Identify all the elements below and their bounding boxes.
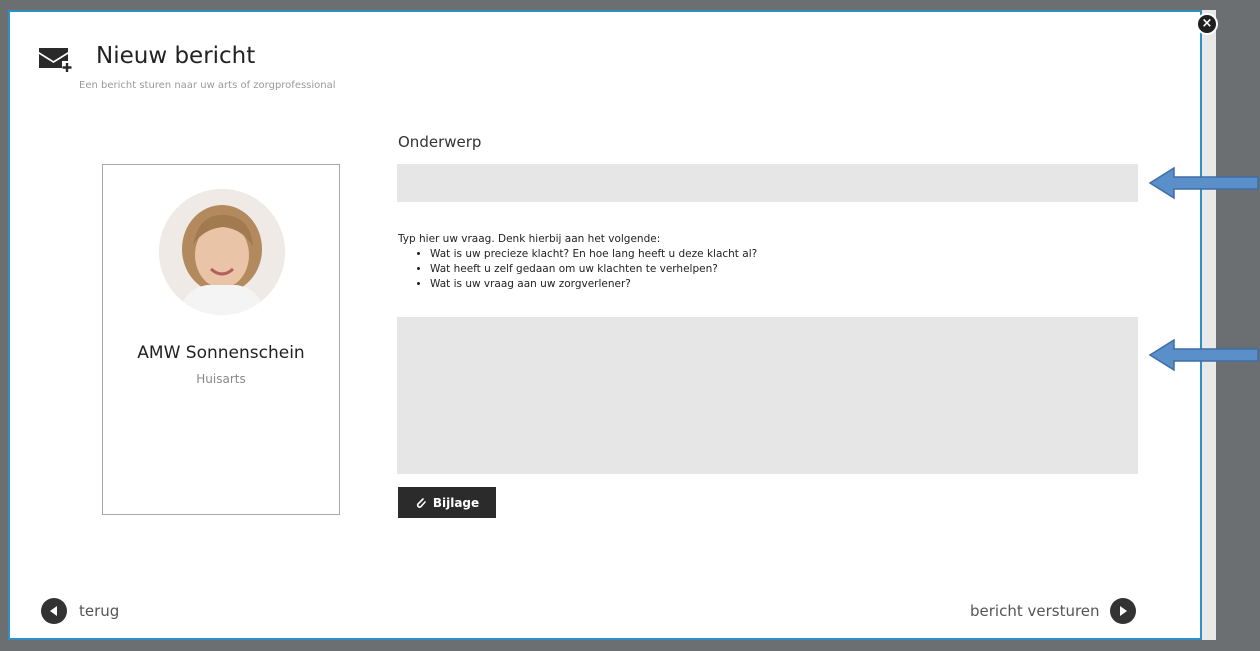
arrow-left-circle-icon[interactable] [41,598,67,624]
page-title: Nieuw bericht [96,43,256,69]
backdrop [1202,10,1216,640]
send-label[interactable]: bericht versturen [970,602,1100,620]
page-subtitle: Een bericht sturen naar uw arts of zorgp… [79,80,336,91]
mail-plus-icon [39,48,74,73]
doctor-card: AMW Sonnenschein Huisarts [102,164,340,515]
arrow-right-circle-icon[interactable] [1109,598,1136,624]
avatar [159,189,285,315]
back-link[interactable]: terug [41,597,119,625]
message-textarea[interactable] [397,317,1138,474]
list-item: Wat heeft u zelf gedaan om uw klachten t… [430,262,1158,277]
list-item: Wat is uw vraag aan uw zorgverlener? [430,277,1158,292]
instructions-list: Wat is uw precieze klacht? En hoe lang h… [398,247,1158,292]
backdrop [0,0,1260,10]
annotation-arrow-subject [1148,166,1259,200]
send-message-link[interactable]: bericht versturen [970,597,1136,625]
message-instructions: Typ hier uw vraag. Denk hierbij aan het … [398,232,1158,292]
attach-button[interactable]: Bijlage [398,487,496,518]
instructions-intro: Typ hier uw vraag. Denk hierbij aan het … [398,233,661,245]
attach-label: Bijlage [432,495,480,510]
close-icon[interactable]: × [1202,16,1213,31]
list-item: Wat is uw precieze klacht? En hoe lang h… [430,247,1158,262]
paperclip-icon [416,497,426,508]
backdrop [1216,0,1260,651]
subject-input[interactable] [397,164,1138,202]
back-label[interactable]: terug [79,602,119,620]
backdrop [0,640,1260,651]
doctor-role: Huisarts [196,372,246,386]
close-button[interactable]: × [1196,13,1218,35]
doctor-name: AMW Sonnenschein [137,343,305,363]
subject-label: Onderwerp [398,133,482,151]
annotation-arrow-message [1148,338,1259,372]
backdrop [0,0,8,651]
